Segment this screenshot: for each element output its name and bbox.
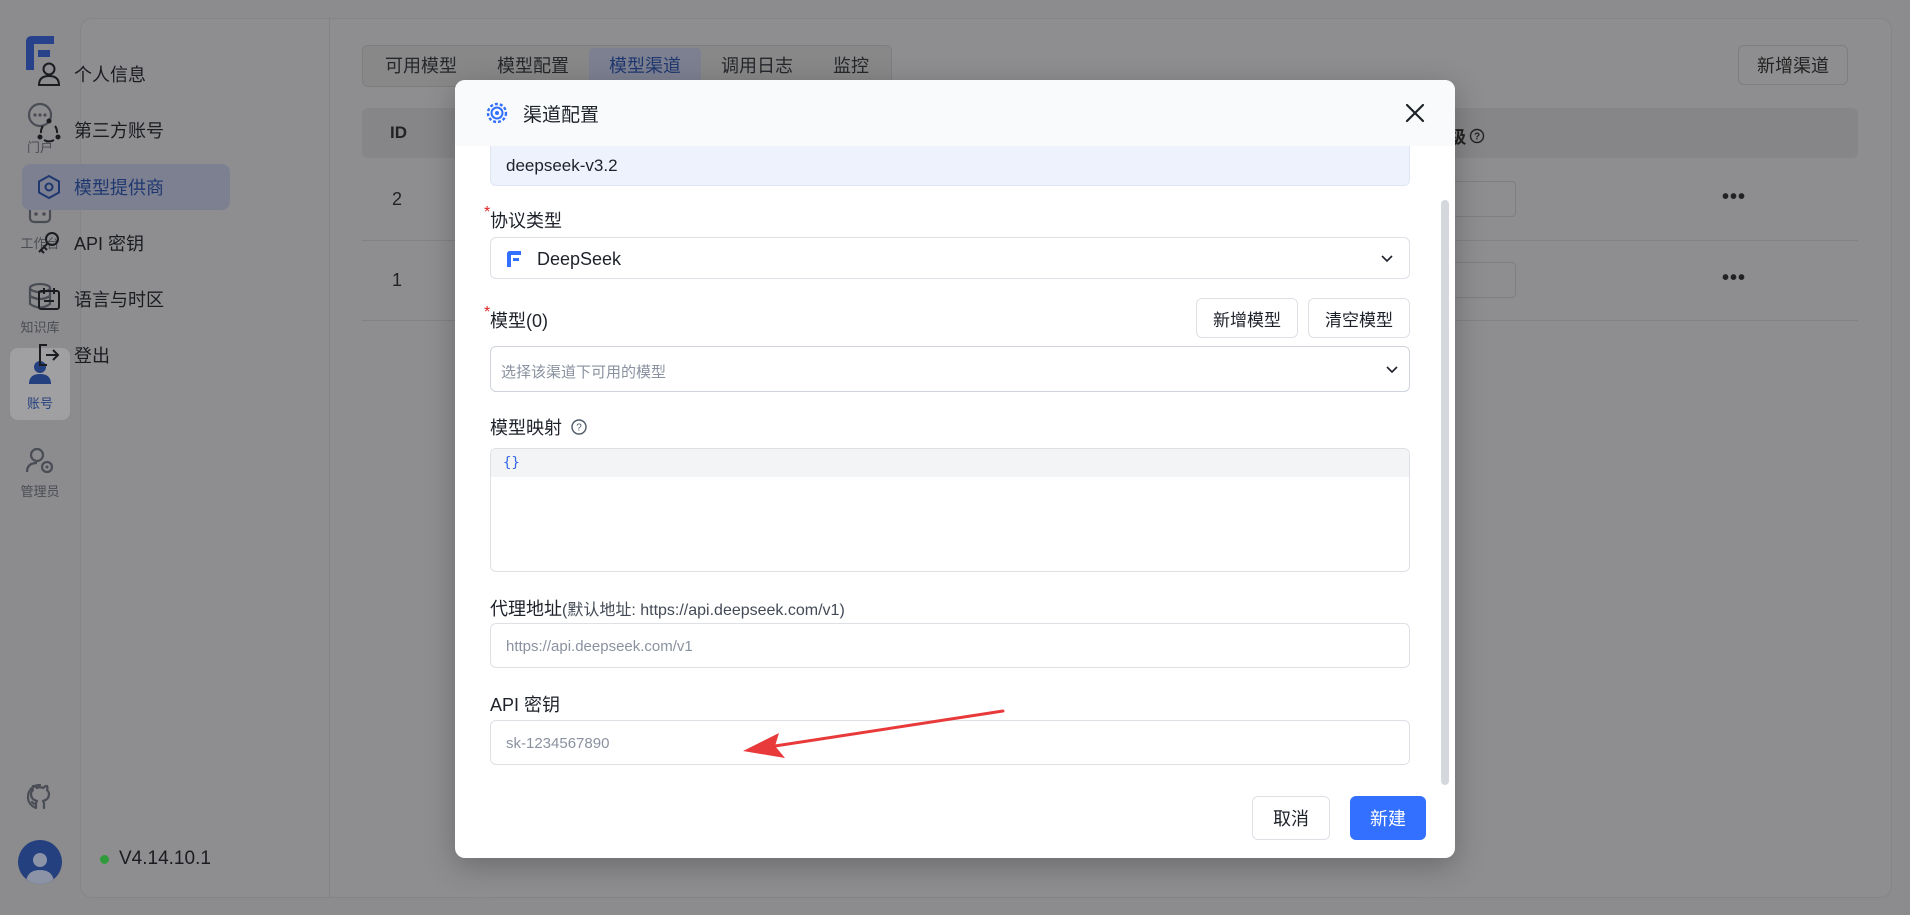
row-more-icon[interactable]: •••: [1722, 267, 1746, 290]
models-label-text: 模型(0): [490, 311, 548, 331]
calendar-icon: [38, 288, 60, 310]
model-mapping-label-text: 模型映射: [490, 418, 562, 438]
version-indicator: V4.14.10.1: [100, 848, 211, 870]
subnav-item-label: 个人信息: [74, 65, 146, 85]
rail-item-admin[interactable]: 管理员: [10, 436, 70, 508]
models-label: * 模型(0): [484, 304, 548, 333]
table-row-id: 1: [392, 270, 403, 290]
person-icon: [37, 62, 61, 86]
api-key-placeholder: sk-1234567890: [506, 735, 610, 752]
subnav-item-label: 语言与时区: [74, 290, 164, 310]
subnav-item-third-party[interactable]: 第三方账号: [22, 107, 310, 153]
clear-models-button[interactable]: 清空模型: [1308, 298, 1410, 338]
protocol-type-label: * 协议类型: [484, 204, 562, 233]
models-select[interactable]: 选择该渠道下可用的模型: [490, 346, 1410, 392]
model-provider-icon: [38, 174, 60, 200]
add-channel-button[interactable]: 新增渠道: [1738, 45, 1848, 85]
help-circle-icon[interactable]: ?: [570, 418, 588, 436]
subnav-item-model-provider[interactable]: 模型提供商: [22, 164, 230, 210]
github-icon[interactable]: [24, 782, 56, 814]
tab-monitor[interactable]: 监控: [813, 48, 889, 84]
tab-available-models[interactable]: 可用模型: [365, 48, 477, 84]
protocol-type-select[interactable]: DeepSeek: [490, 237, 1410, 279]
model-mapping-editor[interactable]: {}: [490, 448, 1410, 572]
gear-icon: [486, 102, 508, 124]
version-text: V4.14.10.1: [119, 848, 211, 869]
priority-stepper[interactable]: [1452, 262, 1516, 298]
model-mapping-label: 模型映射 ?: [490, 414, 588, 440]
api-key-label: API 密钥: [490, 695, 561, 715]
svg-text:?: ?: [1474, 131, 1480, 142]
protocol-type-label-text: 协议类型: [490, 211, 562, 231]
modal-header: 渠道配置: [455, 80, 1455, 146]
proxy-url-hint: (默认地址: https://api.deepseek.com/v1): [562, 602, 845, 619]
required-marker: *: [484, 204, 491, 221]
connections-icon: [37, 118, 61, 143]
admin-user-icon: [25, 447, 54, 473]
user-avatar[interactable]: [18, 840, 62, 884]
priority-stepper[interactable]: [1452, 181, 1516, 217]
subnav-item-profile[interactable]: 个人信息: [22, 51, 310, 97]
annotation-arrow-icon: [743, 709, 1005, 758]
create-button[interactable]: 新建: [1350, 796, 1426, 840]
deepseek-logo-icon: [507, 251, 521, 267]
key-icon: [38, 232, 59, 254]
chevron-down-icon: [1386, 366, 1398, 374]
table-header-id: ID: [390, 123, 407, 142]
channel-name-field[interactable]: deepseek-v3.2: [490, 146, 1410, 186]
avatar-person-icon: [26, 853, 54, 884]
required-marker: *: [484, 304, 491, 321]
tab-model-config[interactable]: 模型配置: [477, 48, 589, 84]
models-select-placeholder: 选择该渠道下可用的模型: [501, 364, 667, 381]
rail-item-label: 管理员: [20, 483, 60, 499]
subnav-item-label: 第三方账号: [74, 121, 164, 141]
subnav-item-label: 模型提供商: [74, 178, 164, 198]
proxy-url-label: 代理地址(默认地址: https://api.deepseek.com/v1): [490, 595, 845, 621]
modal-title: 渠道配置: [523, 104, 600, 126]
logout-icon: [39, 344, 60, 366]
close-icon[interactable]: [1403, 101, 1427, 125]
rail-item-label: 账号: [26, 395, 53, 411]
subnav-item-label: 登出: [74, 346, 110, 366]
tab-model-channel[interactable]: 模型渠道: [589, 48, 701, 84]
tab-call-logs[interactable]: 调用日志: [701, 48, 813, 84]
svg-text:?: ?: [576, 423, 582, 434]
protocol-type-value: DeepSeek: [537, 249, 622, 269]
subnav-item-label: API 密钥: [74, 234, 145, 254]
subnav-item-logout[interactable]: 登出: [22, 332, 310, 378]
help-circle-icon[interactable]: ?: [1469, 128, 1485, 144]
proxy-url-placeholder: https://api.deepseek.com/v1: [506, 638, 693, 655]
status-dot: [100, 854, 109, 864]
modal-scrollbar[interactable]: [1441, 200, 1449, 785]
model-mapping-code: {}: [491, 449, 1409, 477]
add-model-button[interactable]: 新增模型: [1196, 298, 1298, 338]
subnav-item-language-timezone[interactable]: 语言与时区: [22, 276, 310, 322]
table-row-id: 2: [392, 189, 403, 209]
cancel-button[interactable]: 取消: [1252, 796, 1330, 840]
proxy-url-input[interactable]: https://api.deepseek.com/v1: [490, 623, 1410, 668]
row-more-icon[interactable]: •••: [1722, 186, 1746, 209]
subnav-item-api-key[interactable]: API 密钥: [22, 220, 310, 266]
chevron-down-icon: [1381, 255, 1393, 263]
proxy-url-label-text: 代理地址: [490, 599, 562, 619]
